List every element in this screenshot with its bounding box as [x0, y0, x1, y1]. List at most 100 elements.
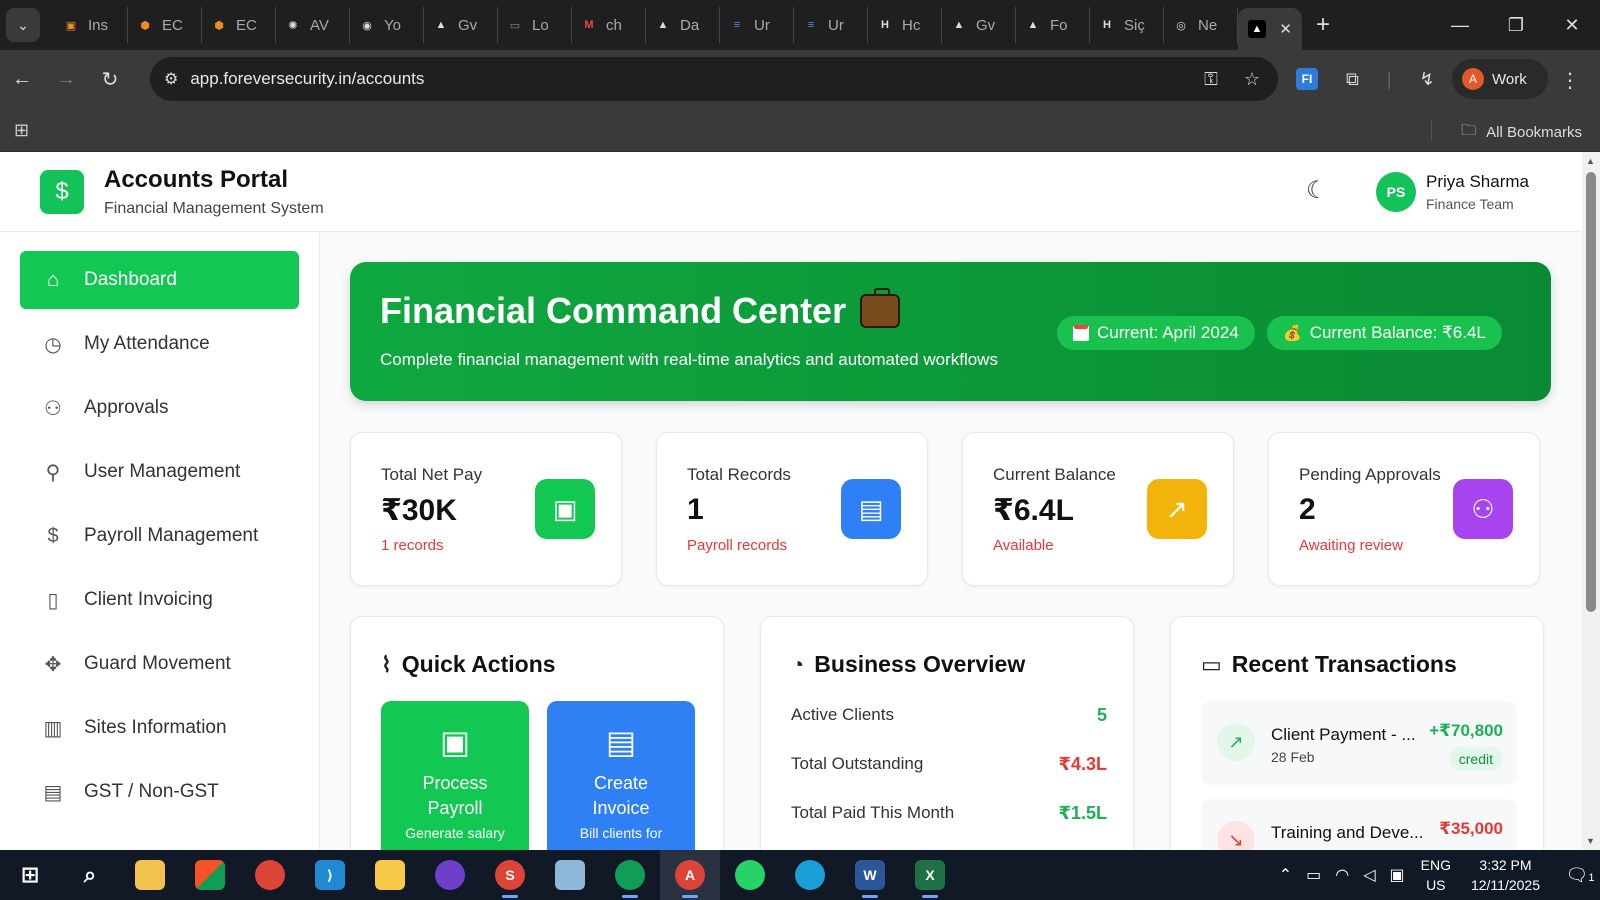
- user-name: Priya Sharma: [1426, 172, 1529, 191]
- overview-label: Total Paid This Month: [791, 803, 955, 822]
- excel-icon[interactable]: X: [900, 850, 960, 900]
- clock[interactable]: 3:32 PM 12/11/2025: [1471, 855, 1540, 895]
- pie-chart-icon: ◔: [791, 651, 805, 677]
- language-indicator[interactable]: ENG US: [1421, 855, 1451, 895]
- transaction-item[interactable]: ↗ Client Payment - ... 28 Feb +₹70,800 c…: [1201, 701, 1517, 785]
- sidebar-item-guard-movement[interactable]: ✥ Guard Movement: [20, 635, 299, 693]
- restore-button[interactable]: ❐: [1488, 0, 1544, 50]
- minimize-button[interactable]: —: [1432, 0, 1488, 50]
- browser-tab[interactable]: H Siç: [1090, 7, 1164, 43]
- whatsapp-icon[interactable]: [720, 850, 780, 900]
- notification-icon[interactable]: 🗨1: [1560, 865, 1600, 886]
- dark-mode-toggle-icon[interactable]: ☾: [1306, 176, 1328, 205]
- apps-grid-icon[interactable]: ⊞: [14, 120, 29, 141]
- word-icon[interactable]: W: [840, 850, 900, 900]
- recent-transactions-title-text: Recent Transactions: [1231, 651, 1457, 677]
- display-icon[interactable]: ▣: [1390, 865, 1405, 885]
- bookmarks-bar: ⊞ 🗀 All Bookmarks: [0, 108, 1600, 152]
- sidebar-item-user-management[interactable]: ⚲ User Management: [20, 443, 299, 501]
- tab-close-icon[interactable]: ✕: [1279, 20, 1292, 38]
- chrome-icon[interactable]: [240, 850, 300, 900]
- sidebar-item-sites-information[interactable]: ▥ Sites Information: [20, 699, 299, 757]
- all-bookmarks-button[interactable]: 🗀 All Bookmarks: [1461, 120, 1582, 145]
- page-scrollbar[interactable]: ▲ ▼: [1582, 152, 1600, 850]
- github-desktop-icon[interactable]: [420, 850, 480, 900]
- browser-tab[interactable]: ▲ Fo: [1016, 7, 1090, 43]
- stat-label: Current Balance: [993, 465, 1116, 484]
- app-title: Accounts Portal: [104, 166, 289, 193]
- profile-label: Work: [1492, 70, 1527, 88]
- chrome-profile-a-icon[interactable]: A: [660, 850, 720, 900]
- address-bar[interactable]: ⚙ app.foreversecurity.in/accounts ⚿ ☆: [150, 57, 1278, 101]
- browser-tab[interactable]: H Hc: [868, 7, 942, 43]
- extensions-puzzle-icon[interactable]: ⧉: [1346, 69, 1359, 90]
- browser-tab[interactable]: ✺ AV: [276, 7, 350, 43]
- profile-button[interactable]: A Work: [1452, 59, 1548, 99]
- browser-tab[interactable]: ≡ Ur: [794, 7, 868, 43]
- tab-active[interactable]: ▲ ✕: [1238, 8, 1302, 50]
- site-settings-icon[interactable]: ⚙: [164, 69, 178, 89]
- chrome-profile-s-icon[interactable]: S: [480, 850, 540, 900]
- recent-transactions-title: ▭ Recent Transactions: [1201, 651, 1457, 678]
- password-key-icon[interactable]: ⚿: [1204, 69, 1218, 90]
- sidebar-item-client-invoicing[interactable]: ▯ Client Invoicing: [20, 571, 299, 629]
- extension-fi-icon[interactable]: FI: [1296, 68, 1318, 90]
- sticky-notes-icon[interactable]: [360, 850, 420, 900]
- browser-tab[interactable]: Mch: [572, 7, 646, 43]
- sidebar-item-gst-non-gst[interactable]: ▤ GST / Non-GST: [20, 763, 299, 821]
- chrome-profile-photo-icon[interactable]: [600, 850, 660, 900]
- vscode-icon[interactable]: ⟩: [300, 850, 360, 900]
- back-button[interactable]: ←: [0, 68, 44, 91]
- url-text[interactable]: app.foreversecurity.in/accounts: [190, 69, 424, 89]
- browser-tab[interactable]: ▣ Ins: [54, 7, 128, 43]
- user-avatar[interactable]: PS: [1376, 172, 1416, 212]
- scrollbar-thumb[interactable]: [1586, 172, 1596, 612]
- stat-value: ₹6.4L: [993, 494, 1074, 527]
- performance-icon[interactable]: ↯: [1420, 69, 1435, 90]
- tab-search-button[interactable]: ⌄: [6, 8, 40, 42]
- sidebar-item-dashboard[interactable]: ⌂ Dashboard: [20, 251, 299, 309]
- forward-button[interactable]: →: [44, 68, 88, 91]
- notepad-icon[interactable]: [540, 850, 600, 900]
- transaction-name: Training and Deve...: [1271, 823, 1424, 842]
- microsoft-store-icon[interactable]: [180, 850, 240, 900]
- map-icon: ▥: [43, 717, 63, 740]
- browser-tab[interactable]: ⬢ EC: [202, 7, 276, 43]
- browser-tab[interactable]: ▲ Gv: [424, 7, 498, 43]
- file-explorer-icon[interactable]: [120, 850, 180, 900]
- browser-menu-icon[interactable]: ⋮: [1560, 68, 1580, 93]
- browser-tab[interactable]: ▭ Lo: [498, 7, 572, 43]
- new-tab-button[interactable]: +: [1316, 11, 1330, 39]
- volume-icon[interactable]: ◁: [1363, 865, 1375, 885]
- overview-value: 5: [1096, 705, 1107, 725]
- sidebar-item-approvals[interactable]: ⚇ Approvals: [20, 379, 299, 437]
- battery-icon[interactable]: ▭: [1306, 865, 1321, 885]
- scroll-down-arrow-icon[interactable]: ▼: [1586, 836, 1595, 846]
- browser-tab[interactable]: ▲ Da: [646, 7, 720, 43]
- business-overview-title-text: Business Overview: [814, 651, 1026, 677]
- sidebar-item-my-attendance[interactable]: ◷ My Attendance: [20, 315, 299, 373]
- book-icon: ▯: [47, 589, 59, 612]
- edge-icon[interactable]: [780, 850, 840, 900]
- browser-tab[interactable]: ⬢ EC: [128, 7, 202, 43]
- browser-tab[interactable]: ◉ Yo: [350, 7, 424, 43]
- openai-icon: ✺: [288, 19, 298, 32]
- scroll-up-arrow-icon[interactable]: ▲: [1586, 156, 1595, 166]
- search-icon[interactable]: ⌕: [60, 850, 120, 900]
- app-header: $ Accounts Portal Financial Management S…: [0, 152, 1582, 232]
- current-balance-badge: 💰 Current Balance: ₹6.4L: [1267, 316, 1502, 350]
- browser-tab[interactable]: ≡ Ur: [720, 7, 794, 43]
- reload-button[interactable]: ↻: [88, 67, 132, 92]
- browser-tab[interactable]: ▲ Gv: [942, 7, 1016, 43]
- wifi-icon[interactable]: ◠: [1335, 865, 1349, 885]
- browser-tab[interactable]: ◎ Ne: [1164, 7, 1238, 43]
- sidebar-item-payroll-management[interactable]: $ Payroll Management: [20, 507, 299, 565]
- close-window-button[interactable]: ✕: [1544, 0, 1600, 50]
- bookmark-star-icon[interactable]: ☆: [1244, 69, 1260, 90]
- process-payroll-button[interactable]: ▣ Process Payroll Generate salary: [381, 701, 529, 850]
- current-period-badge: Current: April 2024: [1057, 316, 1255, 350]
- start-button[interactable]: ⊞: [0, 850, 60, 900]
- create-invoice-button[interactable]: ▤ Create Invoice Bill clients for: [547, 701, 695, 850]
- transaction-item[interactable]: ↘ Training and Deve... ₹35,000: [1201, 799, 1517, 850]
- chevron-up-icon[interactable]: ⌃: [1279, 865, 1292, 885]
